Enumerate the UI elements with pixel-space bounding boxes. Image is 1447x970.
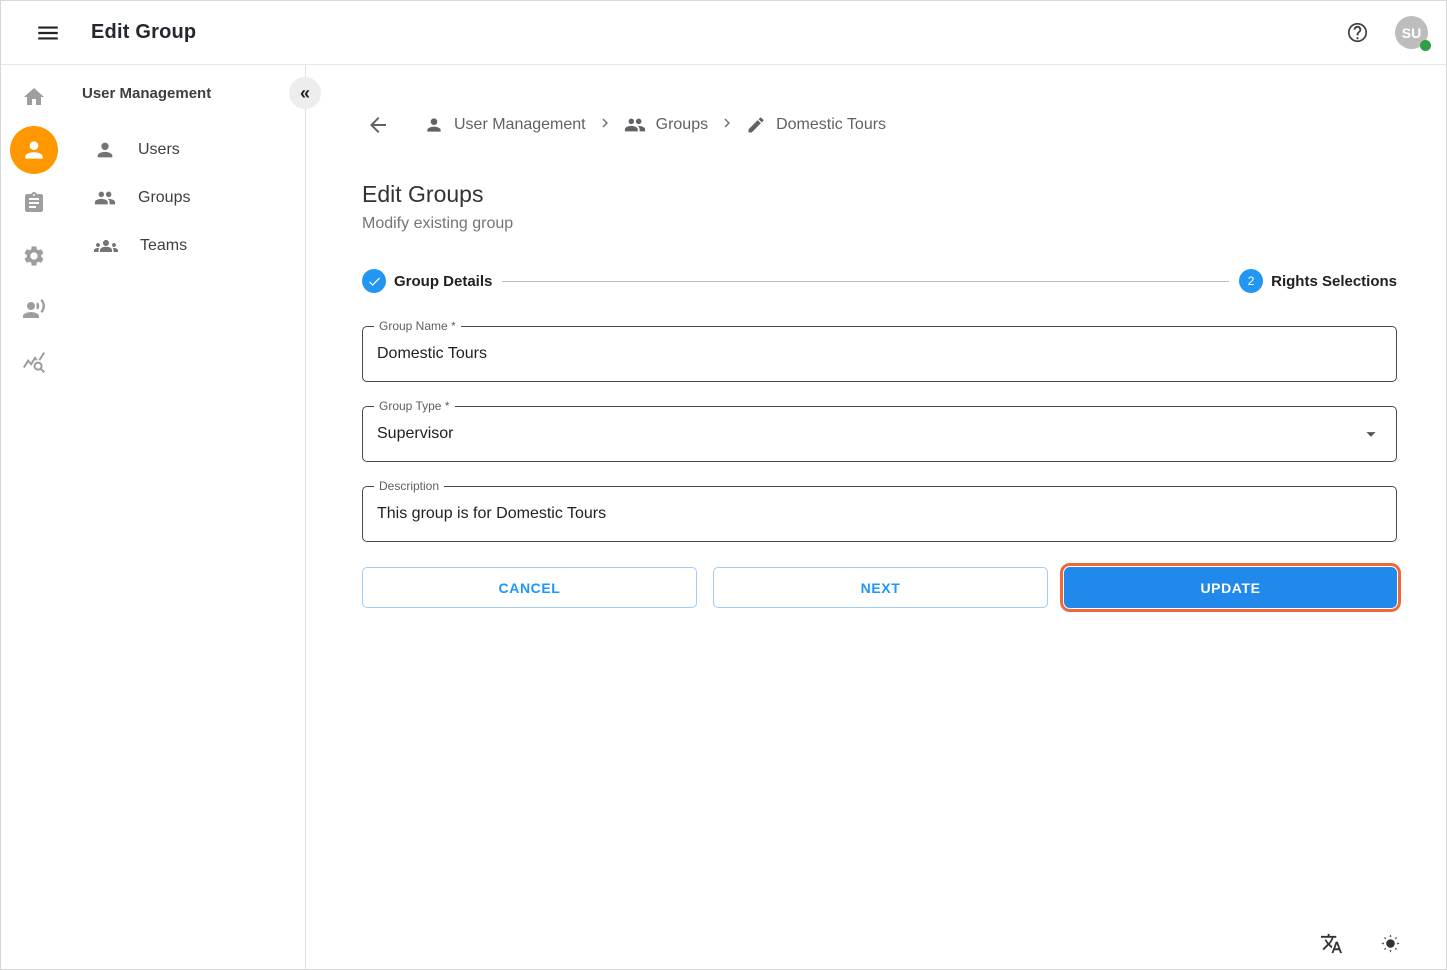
rail-item-home[interactable] [10,73,58,121]
app-window: Edit Group SU [0,0,1447,970]
user-management-icon [21,137,47,163]
help-icon [1346,21,1369,44]
breadcrumb-label: User Management [454,116,586,134]
rail-item-record-voice[interactable] [10,285,58,333]
app-body: User Management Users Groups Teams « [1,65,1446,970]
page-header-title: Edit Group [91,21,196,44]
group-type-field[interactable]: Group Type * Supervisor [362,406,1397,462]
assignment-icon [22,191,46,215]
chevron-right-icon [718,114,736,132]
update-button[interactable]: UPDATE [1064,567,1397,608]
rail-item-user-management[interactable] [10,126,58,174]
breadcrumb-item-groups[interactable]: Groups [624,114,708,136]
breadcrumb-separator [718,114,736,137]
brightness-icon [1379,932,1402,955]
sidebar-item-teams[interactable]: Teams [66,222,305,270]
rail-item-assignment[interactable] [10,179,58,227]
collapse-sidebar-icon: « [300,83,310,104]
step-completed-circle [362,269,386,293]
avatar-initials: SU [1402,25,1421,41]
group-type-value: Supervisor [377,425,453,443]
translate-button[interactable] [1316,928,1347,959]
translate-icon [1320,932,1343,955]
main-content: User Management Groups Domestic Tour [306,65,1446,970]
sidebar-item-label: Groups [138,189,190,207]
user-avatar[interactable]: SU [1395,16,1428,49]
page-subtitle: Modify existing group [362,215,1397,233]
sidebar-item-groups[interactable]: Groups [66,174,305,222]
settings-gear-icon [22,244,46,268]
step-number-circle: 2 [1239,269,1263,293]
icon-rail [1,65,66,970]
description-label: Description [374,479,444,493]
home-icon [22,85,46,109]
step-label: Group Details [394,273,492,290]
topbar: Edit Group SU [1,1,1446,65]
action-buttons: CANCEL NEXT UPDATE [362,567,1397,608]
online-status-dot [1420,40,1431,51]
stepper: Group Details 2 Rights Selections [362,269,1397,293]
next-button[interactable]: NEXT [713,567,1048,608]
rail-item-query-stats[interactable] [10,338,58,386]
rail-item-settings[interactable] [10,232,58,280]
teams-icon [94,234,118,258]
chevron-right-icon [596,114,614,132]
step-rights-selections[interactable]: 2 Rights Selections [1239,269,1397,293]
edit-pencil-icon [746,115,766,135]
back-button[interactable] [362,109,394,141]
sidebar-item-users[interactable]: Users [66,126,305,174]
step-label: Rights Selections [1271,273,1397,290]
check-icon [367,274,382,289]
page-title: Edit Groups [362,181,1397,208]
group-name-input[interactable] [363,327,1396,381]
brightness-toggle-button[interactable] [1375,928,1406,959]
group-name-field: Group Name * [362,326,1397,382]
cancel-button[interactable]: CANCEL [362,567,697,608]
corner-utilities [1316,928,1406,959]
step-group-details[interactable]: Group Details [362,269,492,293]
help-button[interactable] [1342,17,1373,48]
secondary-sidebar: User Management Users Groups Teams « [66,65,306,970]
group-type-label: Group Type * [374,399,455,413]
description-input[interactable] [363,487,1396,541]
person-icon [424,115,444,135]
breadcrumb: User Management Groups Domestic Tour [424,114,886,137]
breadcrumb-item-user-management[interactable]: User Management [424,115,586,135]
stepper-connector [502,281,1229,282]
breadcrumb-item-domestic-tours[interactable]: Domestic Tours [746,115,886,135]
sidebar-item-label: Users [138,141,180,159]
person-icon [94,139,116,161]
breadcrumb-separator [596,114,614,137]
collapse-sidebar-button[interactable]: « [289,77,321,109]
group-name-label: Group Name * [374,319,461,333]
back-arrow-icon [366,113,390,137]
query-stats-icon [22,350,46,374]
people-icon [624,114,646,136]
record-voice-over-icon [22,297,46,321]
people-icon [94,187,116,209]
hamburger-menu-button[interactable] [31,16,65,50]
description-field: Description [362,486,1397,542]
dropdown-arrow-icon [1360,423,1382,445]
sidebar-item-label: Teams [140,237,187,255]
sidebar-header: User Management [66,85,305,102]
hamburger-icon [35,20,61,46]
breadcrumb-label: Domestic Tours [776,116,886,134]
breadcrumb-row: User Management Groups Domestic Tour [362,109,1397,141]
breadcrumb-label: Groups [656,116,708,134]
topbar-right: SU [1342,16,1428,49]
